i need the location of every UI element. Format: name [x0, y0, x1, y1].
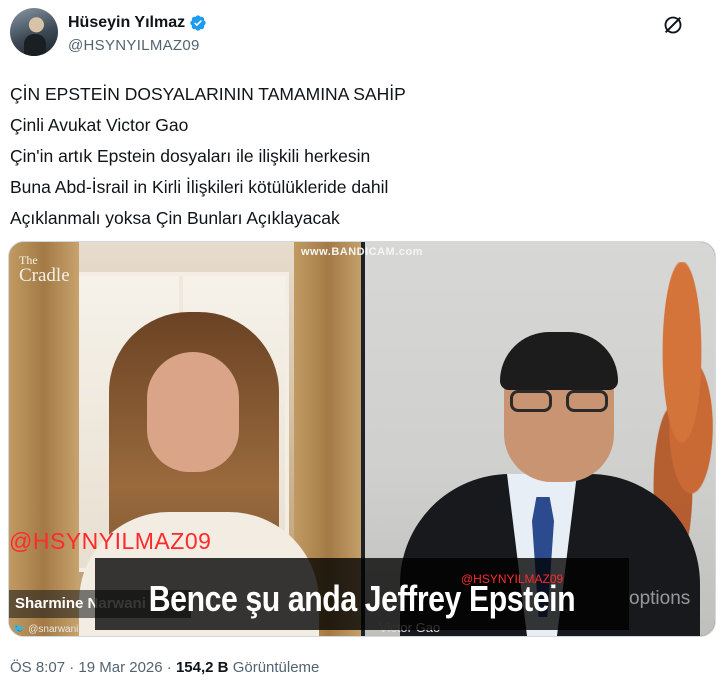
- watermark-left: @HSYNYILMAZ09: [9, 528, 212, 554]
- tweet-line: Çinli Avukat Victor Gao: [10, 115, 189, 135]
- separator: ·: [69, 659, 75, 676]
- tweet-text: ÇİN EPSTEİN DOSYALARININ TAMAMINA SAHİP …: [10, 79, 710, 234]
- recorder-watermark: www.BANDICAM.com: [301, 246, 423, 258]
- social-handle-left: 🐦 @snarwani: [13, 624, 79, 635]
- tweet-line: Çin'in artık Epstein dosyaları ile ilişk…: [10, 146, 371, 166]
- brand-logo-main: Cradle: [19, 265, 70, 286]
- views-count: 154,2 B: [175, 659, 229, 676]
- options-watermark: options: [629, 588, 691, 609]
- tweet-date[interactable]: 19 Mar 2026: [78, 659, 162, 676]
- tweet-line: Açıklanmalı yoksa Çin Bunları Açıklayaca…: [10, 208, 340, 228]
- verified-badge-icon: [190, 15, 206, 31]
- glasses: [510, 390, 608, 412]
- curtain: [9, 242, 79, 636]
- subtitle-text: Bence şu anda Jeffrey Epstein: [148, 578, 576, 619]
- brand-logo: The Cradle: [19, 252, 70, 286]
- tweet-meta: ÖS 8:07 · 19 Mar 2026 · 154,2 B Görüntül…: [10, 659, 319, 676]
- grok-icon[interactable]: [662, 14, 684, 36]
- author-name-row[interactable]: Hüseyin Yılmaz: [68, 14, 207, 32]
- video-player[interactable]: The Cradle www.BANDICAM.com @HSYNYILMAZ0…: [8, 241, 716, 637]
- tweet-time[interactable]: ÖS 8:07: [10, 659, 65, 676]
- tweet-line: ÇİN EPSTEİN DOSYALARININ TAMAMINA SAHİP: [10, 84, 406, 104]
- views-label: Görüntüleme: [232, 659, 320, 676]
- separator: ·: [166, 659, 172, 676]
- avatar[interactable]: [10, 8, 58, 56]
- author-display-name[interactable]: Hüseyin Yılmaz: [68, 14, 185, 32]
- tweet-line: Buna Abd-İsrail in Kirli İlişkileri kötü…: [10, 177, 389, 197]
- speaker-right-hair: [500, 332, 618, 390]
- tweet-header: Hüseyin Yılmaz @HSYNYILMAZ09: [10, 8, 718, 62]
- speaker-left-face: [147, 352, 239, 472]
- author-handle[interactable]: @HSYNYILMAZ09: [68, 37, 200, 54]
